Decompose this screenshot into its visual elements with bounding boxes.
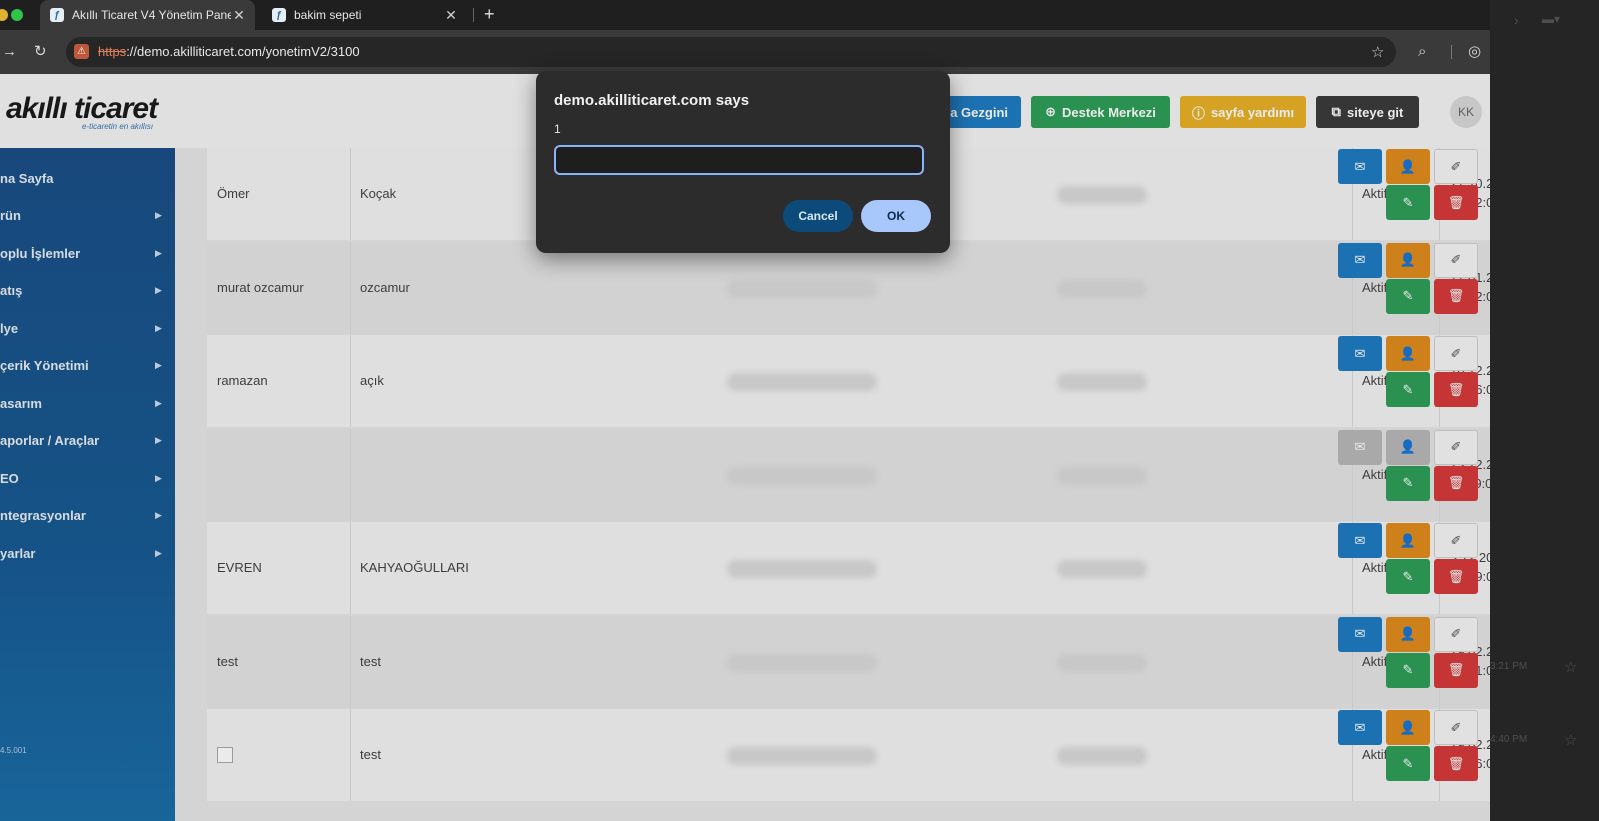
chevron-right-icon: › <box>1514 12 1519 28</box>
keyboard-icon: ▬▾ <box>1542 12 1561 26</box>
timestamp-2: 4:40 PM <box>1490 734 1528 745</box>
akilli-ticaret-favicon-icon: ƒ <box>50 8 64 22</box>
akilli-ticaret-favicon-icon: ƒ <box>272 8 286 22</box>
toolbar-separator <box>1451 45 1452 59</box>
new-tab-button[interactable]: + <box>484 4 495 25</box>
star-icon: ☆ <box>1564 732 1578 749</box>
tab-close-icon[interactable]: ✕ <box>443 7 459 24</box>
browser-toolbar: → ↻ ⚠ https://demo.akilliticaret.com/yon… <box>0 30 1490 74</box>
timestamp-1: 3:21 PM <box>1490 661 1528 672</box>
dialog-title: demo.akilliticaret.com says <box>554 92 750 109</box>
profile-icon[interactable]: ◎ <box>1468 42 1481 60</box>
tab-separator <box>473 8 474 22</box>
reload-icon[interactable]: ↻ <box>34 42 47 60</box>
background-window-strip: › ▬▾ 3:21 PM ☆ 4:40 PM ☆ <box>1490 0 1599 821</box>
url-path: ://demo.akilliticaret.com/yonetimV2/3100 <box>126 44 360 59</box>
tab-bar: ƒ Akıllı Ticaret V4 Yönetim Pane ✕ ƒ bak… <box>0 0 1490 30</box>
tab-bakim-sepeti[interactable]: ƒ bakim sepeti ✕ <box>262 0 467 30</box>
url-text[interactable]: https://demo.akilliticaret.com/yonetimV2… <box>98 44 360 59</box>
bookmark-star-icon[interactable]: ☆ <box>1371 43 1384 61</box>
dialog-cancel-button[interactable]: Cancel <box>783 200 853 232</box>
tab-close-icon[interactable]: ✕ <box>231 7 247 24</box>
prompt-dialog: demo.akilliticaret.com says 1 Cancel OK <box>536 71 950 253</box>
search-tab-icon[interactable]: ⌕ <box>1418 43 1426 60</box>
window-maximize-dot[interactable] <box>11 9 23 21</box>
dialog-ok-button[interactable]: OK <box>861 200 931 232</box>
dialog-prompt-input[interactable] <box>554 145 924 175</box>
site-info-icon[interactable]: ⚠ <box>74 44 89 59</box>
dialog-message: 1 <box>554 122 561 136</box>
forward-arrow-icon[interactable]: → <box>2 43 17 60</box>
tab-title: Akıllı Ticaret V4 Yönetim Pane <box>72 8 231 22</box>
tab-admin-panel[interactable]: ƒ Akıllı Ticaret V4 Yönetim Pane ✕ <box>40 0 255 30</box>
tab-title: bakim sepeti <box>294 8 362 22</box>
url-scheme: https <box>98 44 127 59</box>
address-bar[interactable]: ⚠ https://demo.akilliticaret.com/yonetim… <box>66 37 1396 67</box>
star-icon: ☆ <box>1564 659 1578 676</box>
window-close-dot[interactable] <box>0 9 8 21</box>
